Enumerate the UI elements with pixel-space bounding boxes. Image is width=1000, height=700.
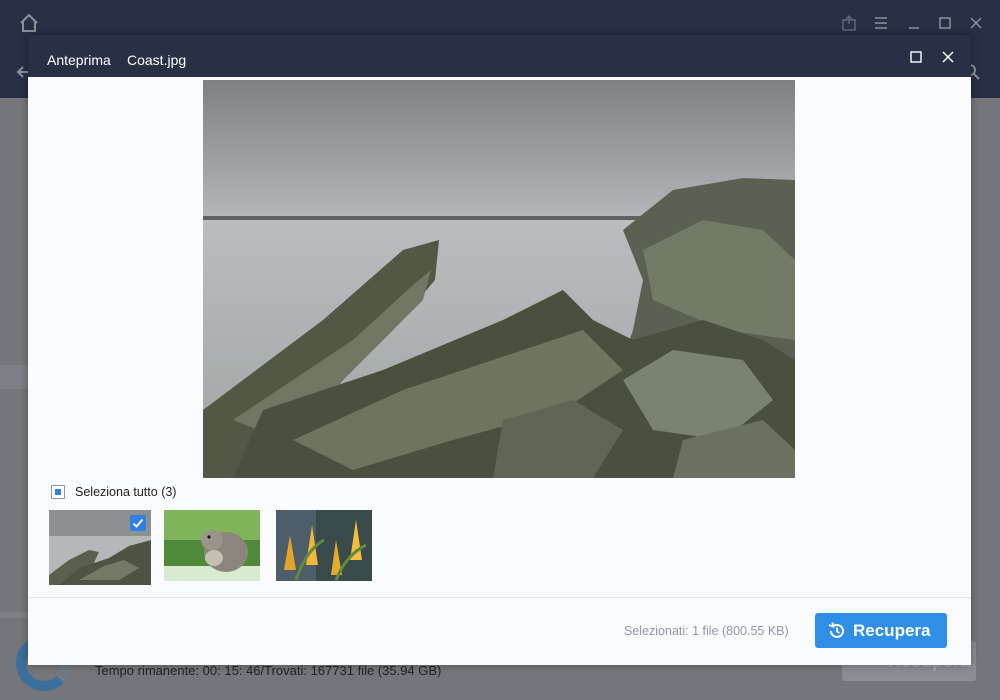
scan-status-text: Tempo rimanente: 00: 15: 46/Trovati: 167…	[95, 663, 442, 678]
image-preview	[203, 80, 795, 478]
dialog-title: Anteprima	[47, 52, 111, 68]
thumbnail-yellow-flowers[interactable]	[276, 510, 372, 581]
thumbnail-flowers-image	[276, 510, 372, 581]
app-side-item	[0, 365, 30, 389]
export-icon[interactable]	[840, 14, 858, 32]
selected-files-info: Selezionati: 1 file (800.55 KB)	[624, 624, 789, 638]
dialog-header: Anteprima Coast.jpg	[28, 35, 971, 77]
recover-button-label: Recupera	[853, 620, 931, 640]
select-all-label: Seleziona tutto (3)	[75, 485, 176, 499]
preview-dialog: Anteprima Coast.jpg Seleziona tutto (3) …	[28, 35, 971, 665]
footer-divider	[28, 597, 971, 598]
history-restore-icon	[828, 621, 844, 638]
dialog-filename: Coast.jpg	[127, 52, 187, 68]
thumbnail-checkbox-checked[interactable]	[130, 515, 146, 531]
select-all-text: Seleziona tutto	[75, 485, 158, 499]
check-icon	[132, 518, 144, 528]
thumbnail-coast[interactable]	[49, 510, 151, 585]
maximize-icon[interactable]	[910, 51, 922, 63]
app-close-icon[interactable]	[967, 14, 985, 32]
checkbox-partial-indicator	[55, 489, 61, 495]
app-maximize-icon[interactable]	[936, 14, 954, 32]
home-icon[interactable]	[18, 12, 40, 34]
select-all-row[interactable]: Seleziona tutto (3)	[51, 484, 176, 500]
menu-icon[interactable]	[872, 14, 890, 32]
select-all-checkbox[interactable]	[51, 485, 65, 499]
close-icon[interactable]	[941, 50, 955, 64]
thumbnail-squirrel-image	[164, 510, 260, 581]
select-all-count: (3)	[161, 485, 177, 499]
minimize-icon[interactable]	[905, 14, 923, 32]
thumbnail-squirrel[interactable]	[164, 510, 260, 581]
recover-button[interactable]: Recupera	[815, 613, 947, 648]
app-scrollbar	[0, 612, 30, 618]
